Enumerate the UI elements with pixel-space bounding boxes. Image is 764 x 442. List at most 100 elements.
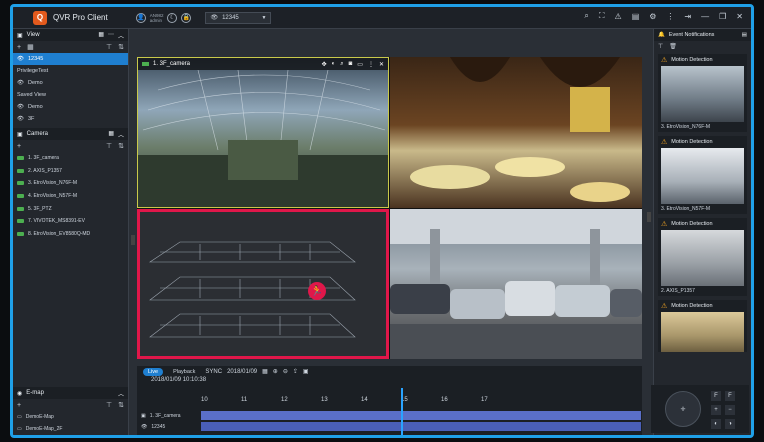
add-view-icon[interactable]: + <box>17 44 21 51</box>
view-item[interactable]: 👁 3F <box>13 113 128 125</box>
user-icon: 👤 <box>135 12 146 23</box>
snapshot-icon[interactable]: ◙ <box>349 61 353 68</box>
camera-tile-parking[interactable] <box>390 209 642 359</box>
close-icon[interactable]: ✕ <box>736 12 743 21</box>
date-field[interactable]: 2018/01/09 <box>227 369 257 375</box>
camera-section-header: ▣ Camera ▦ ︿ <box>13 128 128 140</box>
more-icon[interactable]: ⋮ <box>368 61 374 68</box>
camera-item[interactable]: 4. EtroVision_N57F-M <box>13 190 128 203</box>
event-card[interactable]: ⚠ Motion Detection 2. AXIS_P1357 <box>658 218 747 296</box>
view-selector[interactable]: 👁 12345 ▼ <box>205 11 272 24</box>
warning-icon: ⚠ <box>661 221 668 228</box>
focus-near-button[interactable]: F <box>725 391 735 401</box>
camera-status-icon <box>17 181 24 186</box>
eye-icon: 👁 <box>17 80 24 86</box>
camera-tile-restaurant[interactable] <box>390 57 642 208</box>
focus-far-button[interactable]: F <box>711 391 721 401</box>
record-icon[interactable]: ▭ <box>357 61 363 68</box>
camera-status-icon <box>17 168 24 173</box>
bell-icon: 🔔 <box>658 32 665 38</box>
add-emap-icon[interactable]: + <box>17 402 21 409</box>
more-icon[interactable]: ⋮ <box>666 12 674 21</box>
event-card[interactable]: ⚠ Motion Detection <box>658 300 747 352</box>
sync-button[interactable]: SYNC <box>205 369 222 375</box>
notes-icon[interactable]: ▤ <box>632 12 640 21</box>
user-box[interactable]: 👤 AN982 admin ☾ 🔒 <box>135 12 192 23</box>
search-icon[interactable]: ⌕ <box>584 11 588 21</box>
toolbar-icons: ⌕ ⛶ ⚠ ▤ ⚙ ⋮ ⇥ — ❐ ✕ <box>584 11 743 21</box>
timeline-datetime: 2018/01/09 10:10:38 <box>151 377 207 383</box>
iris-close-button[interactable]: ◑ <box>725 419 735 429</box>
collapse-icon[interactable]: ︿ <box>118 130 124 139</box>
playback-button[interactable]: Playback <box>168 368 200 376</box>
event-card[interactable]: ⚠ Motion Detection 3. EtroVision_N76F-M <box>658 54 747 132</box>
layout-icon[interactable]: ▦ <box>98 31 104 40</box>
timeline-cursor[interactable] <box>401 388 403 435</box>
floorplan-scene <box>149 241 356 338</box>
maximize-icon[interactable]: ❐ <box>719 12 726 21</box>
gear-icon[interactable]: ⚙ <box>649 12 656 21</box>
lock-icon[interactable]: 🔒 <box>181 12 192 23</box>
left-panel-toggle[interactable] <box>131 235 135 245</box>
grid-icon[interactable]: ▦ <box>27 43 34 51</box>
timeline-track[interactable] <box>201 422 641 431</box>
panel-menu-icon[interactable]: ▤ <box>742 32 747 38</box>
view-item[interactable]: 👁 Demo <box>13 77 128 89</box>
view-item[interactable]: PrivilegeTest <box>13 65 128 77</box>
more-icon[interactable]: ⋯ <box>108 31 114 40</box>
view-item[interactable]: 👁 12345 <box>13 53 128 65</box>
alert-icon[interactable]: ⚠ <box>615 12 622 21</box>
camera-item[interactable]: 8. EtroVision_EV8580Q-MD <box>13 228 128 241</box>
view-item[interactable]: Saved View <box>13 89 128 101</box>
fullscreen-icon[interactable]: ⛶ <box>599 11 605 21</box>
view-section-header: ▣ View ▦ ⋯ ︿ <box>13 29 128 41</box>
event-tools: ⊤ 🗑 <box>654 41 751 51</box>
emap-item[interactable]: ▭ DemoE-Map_2F <box>13 423 128 435</box>
camera-item[interactable]: 7. VIVOTEK_MS8391-EV <box>13 215 128 228</box>
event-card[interactable]: ⚠ Motion Detection 3. EtroVision_N57F-M <box>658 136 747 214</box>
sort-icon[interactable]: ⇅ <box>118 43 124 51</box>
iris-open-button[interactable]: ◐ <box>711 419 721 429</box>
filter-icon[interactable]: ⊤ <box>106 142 112 150</box>
camera-tile-atrium[interactable]: 1. 3F_camera ✥ ◐ ⌕ ◙ ▭ ⋮ ✕ <box>137 57 389 208</box>
app-logo-icon: Q <box>33 10 47 25</box>
alarm-running-icon[interactable]: 🏃 <box>308 282 326 300</box>
zoom-in-button[interactable]: + <box>711 405 721 415</box>
sort-icon[interactable]: ⇅ <box>118 401 124 409</box>
logout-icon[interactable]: ⇥ <box>684 12 691 21</box>
camera-item[interactable]: 2. AXIS_P1357 <box>13 165 128 178</box>
minimize-icon[interactable]: — <box>701 12 709 21</box>
recording-icon <box>142 62 149 66</box>
filter-icon[interactable]: ⊤ <box>658 43 663 50</box>
bookmark-icon[interactable]: ▣ <box>303 368 309 375</box>
emap-item[interactable]: ▭ DemoE-Map <box>13 411 128 423</box>
camera-item[interactable]: 1. 3F_camera <box>13 152 128 165</box>
zoom-icon[interactable]: ⌕ <box>340 61 343 68</box>
camera-tile-emap-alarm[interactable]: 🏃 <box>137 209 389 359</box>
ptz-icon[interactable]: ✥ <box>322 61 327 68</box>
zoom-out-icon[interactable]: ⊖ <box>283 368 288 375</box>
trash-icon[interactable]: 🗑 <box>669 43 677 50</box>
camera-item[interactable]: 5. 3F_PTZ <box>13 202 128 215</box>
zoom-out-button[interactable]: − <box>725 405 735 415</box>
filter-icon[interactable]: ⊤ <box>106 43 112 51</box>
timeline-track[interactable] <box>201 411 641 420</box>
grid-icon[interactable]: ▦ <box>108 130 114 139</box>
audio-icon[interactable]: ◐ <box>332 61 336 68</box>
close-icon[interactable]: ✕ <box>379 61 384 68</box>
view-item[interactable]: 👁 Demo <box>13 101 128 113</box>
zoom-in-icon[interactable]: ⊕ <box>273 368 278 375</box>
filter-icon[interactable]: ⊤ <box>106 401 112 409</box>
add-camera-icon[interactable]: + <box>17 143 21 150</box>
live-button[interactable]: Live <box>143 367 164 376</box>
ptz-joystick[interactable]: ✛ <box>665 391 701 427</box>
moon-icon[interactable]: ☾ <box>167 12 178 23</box>
calendar-icon[interactable]: ▦ <box>262 368 268 375</box>
export-icon[interactable]: ⇪ <box>293 368 298 375</box>
right-panel-toggle[interactable] <box>647 212 651 222</box>
camera-item[interactable]: 3. EtroVision_N76F-M <box>13 177 128 190</box>
collapse-icon[interactable]: ︿ <box>118 31 124 40</box>
sort-icon[interactable]: ⇅ <box>118 142 124 150</box>
collapse-icon[interactable]: ︿ <box>118 389 124 398</box>
event-panel-header: 🔔 Event Notifications ▤ <box>654 29 751 41</box>
